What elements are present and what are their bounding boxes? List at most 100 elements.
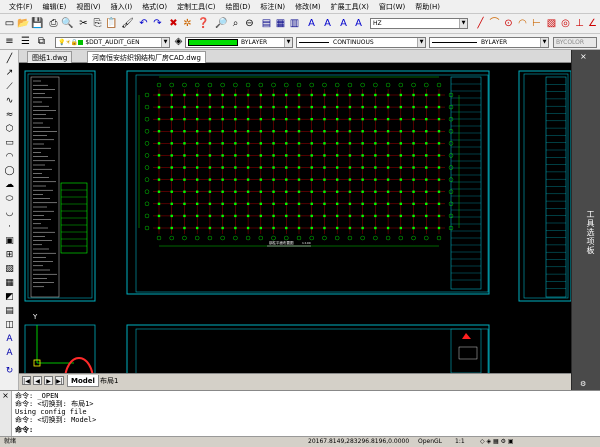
text-style-select[interactable]: HZ ▼ (370, 18, 468, 29)
first-layout-icon[interactable]: |◀ (22, 376, 31, 385)
text-edit-icon[interactable]: A (337, 17, 350, 30)
line-icon[interactable]: ╱ (3, 54, 16, 65)
revcloud-icon[interactable]: ☁ (3, 180, 16, 191)
menu-item[interactable]: 标注(N) (255, 2, 290, 12)
command-window[interactable]: × 命令: _OPEN 命令: <切换到: 布局1> Using config … (0, 390, 600, 437)
linetype-select[interactable]: CONTINUOUS ▼ (296, 37, 426, 48)
ortho-icon[interactable]: ⊥ (573, 17, 586, 30)
mtext-icon[interactable]: A (3, 334, 16, 345)
rectangle-icon[interactable]: ▭ (3, 138, 16, 149)
layer-previous-icon[interactable]: ⧉ (35, 35, 48, 48)
refresh-icon[interactable]: ↻ (3, 366, 16, 377)
properties-icon[interactable]: ▤ (260, 17, 273, 30)
steel-column (399, 117, 403, 121)
design-center-icon[interactable]: ▦ (274, 17, 287, 30)
wave-icon[interactable]: ≈ (3, 110, 16, 121)
gradient-icon[interactable]: ▦ (3, 278, 16, 289)
polyline-icon[interactable]: ⌒ (488, 17, 501, 30)
ucs-y-label: Y (32, 313, 38, 321)
layer-states-icon[interactable]: ☰ (19, 35, 32, 48)
zoom-window-icon[interactable]: ⌕ (229, 17, 242, 30)
next-layout-icon[interactable]: ▶ (44, 376, 53, 385)
block-icon[interactable]: ▣ (3, 236, 16, 247)
ellipse-arc-icon[interactable]: ◡ (3, 208, 16, 219)
explode-icon[interactable]: ✲ (181, 17, 194, 30)
command-window-handle[interactable]: × (0, 391, 12, 437)
insert-block-icon[interactable]: ⊞ (3, 250, 16, 261)
menu-item[interactable]: 文件(F) (4, 2, 38, 12)
copy-icon[interactable]: ⎘ (91, 17, 104, 30)
zoom-previous-icon[interactable]: ⊖ (243, 17, 256, 30)
menu-item[interactable]: 扩展工具(X) (326, 2, 374, 12)
tab-model[interactable]: Model (67, 375, 99, 387)
layer-manager-icon[interactable]: ≡ (3, 35, 16, 48)
point-icon[interactable]: · (3, 222, 16, 233)
text-mtext-icon[interactable]: A (321, 17, 334, 30)
hatch-icon[interactable]: ▧ (545, 17, 558, 30)
paste-icon[interactable]: 📋 (105, 17, 118, 30)
tool-palette-panel[interactable]: × 工具选项板 ⚙ (571, 50, 600, 390)
close-icon[interactable]: × (0, 391, 11, 400)
text-style-icon[interactable]: A (305, 17, 318, 30)
file-tab-1[interactable]: 图纸1.dwg (27, 51, 73, 63)
angle-icon[interactable]: ∠ (586, 17, 599, 30)
zoom-realtime-icon[interactable]: 🔎 (215, 17, 228, 30)
steel-column (246, 93, 250, 97)
file-tab-2[interactable]: 河南恒安纺织钢结构厂房CAD.dwg (87, 51, 206, 63)
arc-icon[interactable]: ◠ (3, 152, 16, 163)
drawing-canvas[interactable]: 钢柱平面布置图 1:100 Y (19, 63, 571, 373)
menu-item[interactable]: 帮助(H) (410, 2, 445, 12)
color-select[interactable]: BYLAYER ▼ (185, 37, 293, 48)
steel-column (437, 166, 441, 169)
menu-item[interactable]: 格式(O) (137, 2, 172, 12)
table-icon[interactable]: ▤ (3, 306, 16, 317)
lineweight-select[interactable]: BYLAYER ▼ (429, 37, 549, 48)
steel-column (297, 93, 301, 97)
save-icon[interactable]: 💾 (31, 17, 44, 30)
last-layout-icon[interactable]: ▶| (55, 376, 64, 385)
match-properties-icon[interactable]: 🖌 (121, 17, 134, 30)
print-preview-icon[interactable]: 🔍 (61, 17, 74, 30)
prev-layout-icon[interactable]: ◀ (33, 376, 42, 385)
panel-settings-icon[interactable]: ⚙ (580, 380, 586, 388)
text-find-icon[interactable]: A (352, 17, 365, 30)
ellipse-icon[interactable]: ⬭ (3, 194, 16, 205)
line-icon[interactable]: ╱ (474, 17, 487, 30)
help-icon[interactable]: ❓ (197, 17, 210, 30)
panel-close-icon[interactable]: × (580, 52, 587, 61)
arc-icon[interactable]: ◠ (516, 17, 529, 30)
text-icon[interactable]: A (3, 348, 16, 359)
menu-item[interactable]: 窗口(W) (374, 2, 410, 12)
layer-select[interactable]: 💡☀🔒 $DDT_AUDIT_GEN ▼ (55, 37, 170, 48)
circle-icon[interactable]: ⊙ (502, 17, 515, 30)
menu-item[interactable]: 绘图(D) (221, 2, 256, 12)
circle-icon[interactable]: ◯ (3, 166, 16, 177)
menu-item[interactable]: 定制工具(C) (172, 2, 220, 12)
open-file-icon[interactable]: 📂 (17, 17, 30, 30)
steel-column (323, 190, 326, 193)
new-file-icon[interactable]: ▭ (3, 17, 16, 30)
cut-icon[interactable]: ✂ (77, 17, 90, 30)
hatch-icon[interactable]: ▨ (3, 264, 16, 275)
print-icon[interactable]: ⎙ (47, 17, 60, 30)
wipeout-icon[interactable]: ◫ (3, 320, 16, 331)
tool-palette-icon[interactable]: ▥ (288, 17, 301, 30)
tab-layout1[interactable]: 布局1 (97, 375, 121, 387)
snap-icon[interactable]: ◎ (559, 17, 572, 30)
spline-icon[interactable]: ∿ (3, 96, 16, 107)
ray-icon[interactable]: ↗ (3, 68, 16, 79)
redo-icon[interactable]: ↷ (151, 17, 164, 30)
polyline-icon[interactable]: ⟋ (3, 82, 16, 93)
command-prompt[interactable]: 命令: (15, 426, 33, 434)
menu-item[interactable]: 编辑(E) (38, 2, 72, 12)
menu-item[interactable]: 视图(V) (71, 2, 105, 12)
region-icon[interactable]: ◩ (3, 292, 16, 303)
menu-item[interactable]: 修改(M) (290, 2, 326, 12)
erase-icon[interactable]: ✖ (167, 17, 180, 30)
polygon-icon[interactable]: ⬡ (3, 124, 16, 135)
menu-item[interactable]: 插入(I) (106, 2, 138, 12)
dimension-icon[interactable]: ⊢ (530, 17, 543, 30)
make-current-icon[interactable]: ◈ (172, 35, 185, 48)
undo-icon[interactable]: ↶ (137, 17, 150, 30)
steel-column (323, 178, 326, 181)
